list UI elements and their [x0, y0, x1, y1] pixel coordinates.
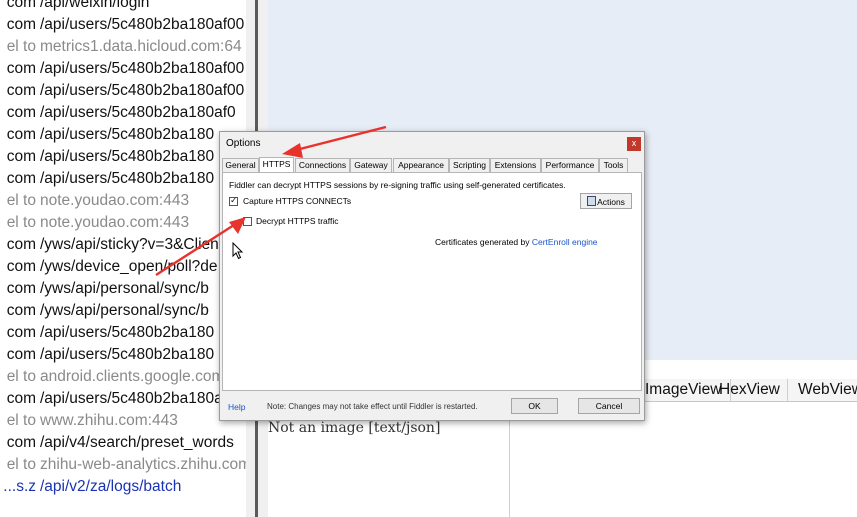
- session-url: /api/users/5c480b2ba180af00: [40, 82, 245, 99]
- session-host: com: [6, 104, 36, 121]
- close-icon[interactable]: x: [627, 137, 641, 151]
- content-divider: [509, 410, 510, 517]
- session-url: /api/v2/za/logs/batch: [40, 478, 182, 495]
- session-host: el to: [6, 456, 36, 473]
- session-url: www.zhihu.com:443: [40, 412, 178, 429]
- session-url: /api/weixin/login: [40, 0, 150, 11]
- session-list: com/api/weixin/login com/api/users/5c480b…: [0, 0, 246, 517]
- tab-webview[interactable]: WebView: [791, 379, 857, 401]
- https-panel: Fiddler can decrypt HTTPS sessions by re…: [222, 172, 642, 391]
- tab-general[interactable]: General: [222, 158, 259, 172]
- help-link[interactable]: Help: [228, 402, 245, 412]
- capture-https-checkbox[interactable]: [229, 195, 238, 206]
- certenroll-link[interactable]: CertEnroll engine: [532, 237, 598, 247]
- tab-connections[interactable]: Connections: [295, 158, 350, 172]
- session-host: el to: [6, 192, 36, 209]
- decrypt-https-checkbox[interactable]: [243, 217, 252, 226]
- session-url: /yws/device_open/poll?de: [40, 258, 218, 275]
- session-url: /api/users/5c480b2ba180: [40, 126, 215, 143]
- session-host: com: [6, 346, 36, 363]
- restart-note: Note: Changes may not take effect until …: [267, 402, 478, 411]
- session-host: com: [6, 16, 36, 33]
- cert-prefix: Certificates generated by: [435, 237, 532, 247]
- tab-https[interactable]: HTTPS: [259, 157, 294, 172]
- ok-button[interactable]: OK: [511, 398, 558, 414]
- tab-tools[interactable]: Tools: [599, 158, 628, 172]
- session-host: com: [6, 258, 36, 275]
- session-url: /api/users/5c480b2ba180: [40, 170, 215, 187]
- capture-https-label: Capture HTTPS CONNECTs: [243, 196, 352, 206]
- session-url: note.youdao.com:443: [40, 214, 190, 231]
- session-url: metrics1.data.hicloud.com:64: [40, 38, 242, 55]
- session-url: /yws/api/personal/sync/b: [40, 302, 209, 319]
- session-host: com: [6, 126, 36, 143]
- session-host: el to: [6, 38, 36, 55]
- actions-label: Actions: [597, 197, 625, 207]
- session-url: /yws/api/sticky?v=3&Clien: [40, 236, 219, 253]
- session-host: com: [6, 148, 36, 165]
- options-dialog: Options x General HTTPS Connections Gate…: [219, 131, 645, 421]
- session-url: zhihu-web-analytics.zhihu.com: [40, 456, 246, 473]
- session-url: /api/users/5c480b2ba180af0: [40, 390, 236, 407]
- session-host: com: [6, 82, 36, 99]
- mouse-cursor-icon: [232, 242, 244, 260]
- tab-appearance[interactable]: Appearance: [393, 158, 449, 172]
- certificate-icon: [587, 196, 597, 206]
- session-url: /api/users/5c480b2ba180af00: [40, 16, 245, 33]
- session-host: com: [6, 280, 36, 297]
- tab-extensions[interactable]: Extensions: [490, 158, 541, 172]
- cancel-button[interactable]: Cancel: [578, 398, 640, 414]
- session-host: com: [6, 390, 36, 407]
- response-body-text: Not an image [text/json]: [268, 420, 441, 436]
- https-description: Fiddler can decrypt HTTPS sessions by re…: [229, 180, 566, 190]
- session-url: /api/users/5c480b2ba180: [40, 324, 215, 341]
- session-host: com: [6, 60, 36, 77]
- session-host: com: [6, 236, 36, 253]
- session-url: /api/users/5c480b2ba180: [40, 148, 215, 165]
- session-url: /api/users/5c480b2ba180af00: [40, 60, 245, 77]
- actions-button[interactable]: Actions: [580, 193, 632, 209]
- session-host: com: [6, 0, 36, 11]
- session-host: el to: [6, 214, 36, 231]
- session-url: /yws/api/personal/sync/b: [40, 280, 209, 297]
- session-host: com: [6, 324, 36, 341]
- session-url: /api/users/5c480b2ba180af0: [40, 104, 236, 121]
- session-host: com: [6, 170, 36, 187]
- session-url: android.clients.google.com: [40, 368, 225, 385]
- certificate-info: Certificates generated by CertEnroll eng…: [435, 237, 598, 247]
- decrypt-https-label: Decrypt HTTPS traffic: [256, 216, 339, 226]
- dialog-title: Options: [226, 138, 261, 149]
- tab-gateway[interactable]: Gateway: [350, 158, 392, 172]
- tab-scripting[interactable]: Scripting: [449, 158, 490, 172]
- session-host: com: [6, 302, 36, 319]
- session-host: com: [6, 434, 36, 451]
- tab-performance[interactable]: Performance: [541, 158, 599, 172]
- tab-hexview[interactable]: HexView: [712, 379, 788, 401]
- session-host: el to: [6, 412, 36, 429]
- session-url: note.youdao.com:443: [40, 192, 190, 209]
- session-host: el to: [6, 368, 36, 385]
- session-url: /api/v4/search/preset_words: [40, 434, 234, 451]
- session-url: /api/users/5c480b2ba180: [40, 346, 215, 363]
- session-host: s.z...: [3, 478, 36, 495]
